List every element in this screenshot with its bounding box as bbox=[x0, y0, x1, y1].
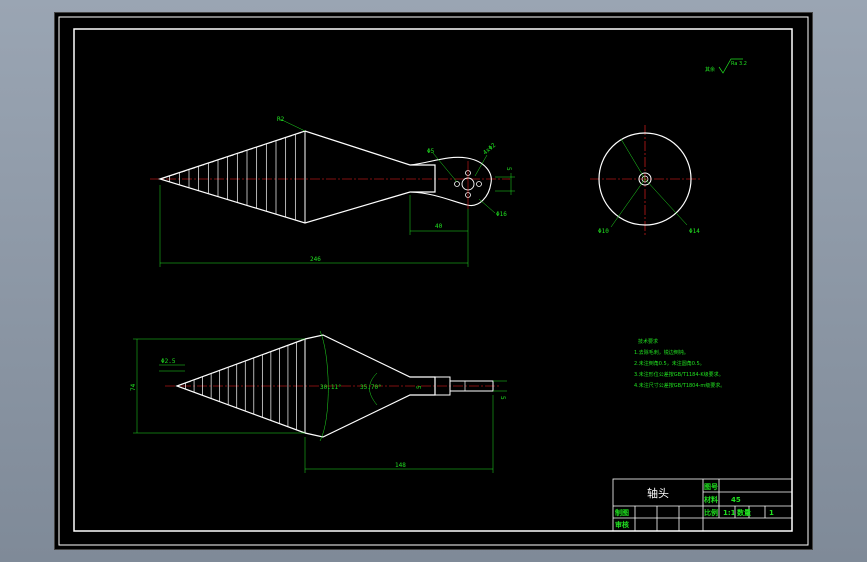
scale-value: 1:1 bbox=[723, 509, 736, 517]
material-value: 45 bbox=[731, 496, 741, 504]
dim-246: 246 bbox=[310, 256, 321, 263]
tech-notes-title: 技术要求 bbox=[638, 338, 658, 345]
tech-note-3: 3.未注形位公差按GB/T1184-K级要求。 bbox=[634, 371, 724, 378]
drawn-label: 制图 bbox=[615, 508, 629, 517]
qty-value: 1 bbox=[769, 509, 774, 517]
qty-label: 数量 bbox=[737, 508, 751, 517]
check-label: 审核 bbox=[615, 520, 629, 529]
title-block bbox=[612, 478, 793, 532]
neck-label: 5 bbox=[416, 385, 423, 389]
part-name: 轴头 bbox=[647, 486, 669, 500]
inner-border bbox=[73, 28, 793, 532]
tech-note-4: 4.未注尺寸公差按GB/T1804-m级要求。 bbox=[634, 382, 725, 389]
hole-pattern-label: 4xΦ2 bbox=[482, 142, 498, 157]
roughness-value: Ra 3.2 bbox=[731, 61, 747, 67]
cad-viewport[interactable]: 其余 Ra 3.2 246 40 R2 Φ5 4xΦ2 Φ16 5 Φ10 Φ1… bbox=[55, 13, 812, 549]
dim-40: 40 bbox=[435, 223, 443, 230]
tip-label: 5 bbox=[499, 396, 506, 400]
front-cone-teeth bbox=[185, 340, 302, 430]
tech-note-2: 2.未注倒角0.5，未注圆角0.5。 bbox=[634, 360, 705, 367]
end-outer-label: Φ14 bbox=[689, 228, 700, 235]
cad-drawing: 其余 Ra 3.2 246 40 R2 Φ5 4xΦ2 Φ16 5 Φ10 Φ1… bbox=[58, 16, 809, 546]
top-view: 246 40 R2 Φ5 4xΦ2 Φ16 5 bbox=[150, 116, 515, 267]
pitch-label: Φ2.5 bbox=[161, 358, 176, 365]
angle-right: 35.70° bbox=[360, 384, 382, 391]
material-label: 材料 bbox=[703, 495, 718, 504]
technical-notes: 技术要求 1.去除毛刺，锐边倒钝。 2.未注倒角0.5，未注圆角0.5。 3.未… bbox=[634, 338, 725, 389]
front-view: 30.11° 35.70° 74 Φ2.5 5 148 5 bbox=[130, 330, 507, 473]
end-inner-label: Φ10 bbox=[598, 228, 609, 235]
angle-left: 30.11° bbox=[320, 384, 342, 391]
top-cone-teeth bbox=[169, 132, 302, 221]
drawing-no-label: 图号 bbox=[704, 482, 718, 491]
radius-label: R2 bbox=[277, 116, 285, 123]
dim-148: 148 bbox=[395, 462, 406, 469]
flange-label: Φ16 bbox=[496, 211, 507, 218]
hole-label: Φ5 bbox=[427, 148, 435, 155]
outer-border bbox=[58, 16, 809, 546]
roughness-symbol: 其余 Ra 3.2 bbox=[705, 58, 747, 74]
tech-note-1: 1.去除毛刺，锐边倒钝。 bbox=[634, 349, 689, 356]
scale-label: 比例 bbox=[704, 508, 718, 517]
top-cone-outline bbox=[158, 130, 436, 224]
end-view: Φ10 Φ14 bbox=[590, 125, 700, 235]
dim-side: 5 bbox=[505, 167, 512, 171]
height-label: 74 bbox=[130, 383, 137, 391]
roughness-label: 其余 bbox=[705, 66, 715, 73]
